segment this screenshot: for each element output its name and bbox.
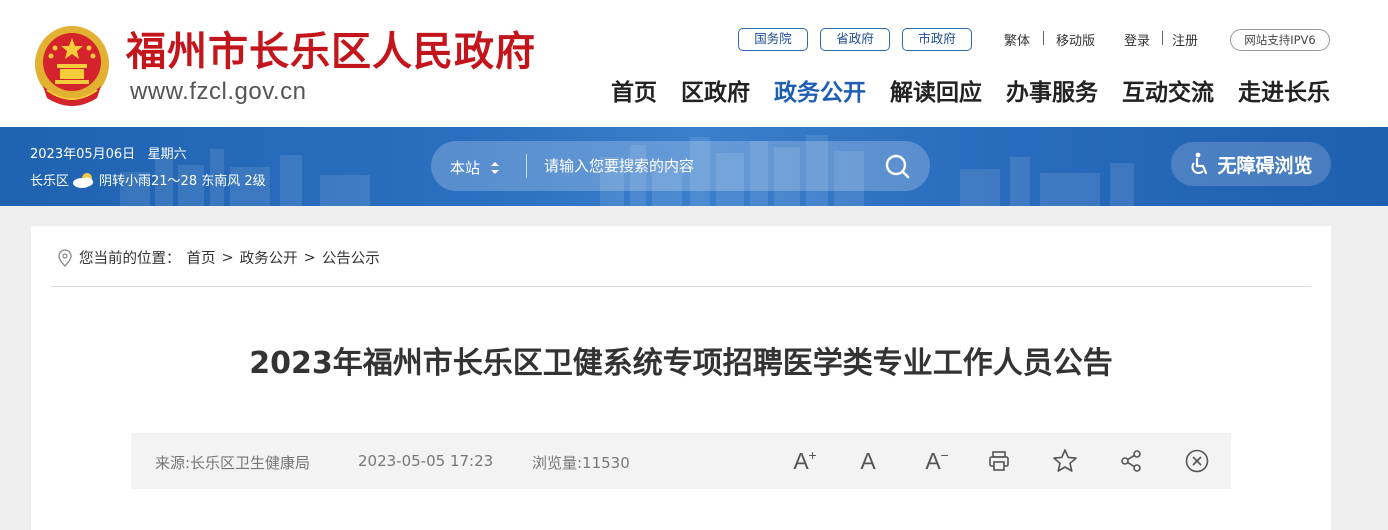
breadcrumb-government-affairs[interactable]: 政务公开 [240,247,298,268]
nav-interpretation[interactable]: 解读回应 [890,76,982,110]
accessibility-button[interactable]: 无障碍浏览 [1171,142,1331,186]
register-link[interactable]: 注册 [1172,30,1198,49]
breadcrumb-announcements[interactable]: 公告公示 [322,247,380,268]
font-normal-icon: A [860,448,876,474]
breadcrumb: 您当前的位置： 首页 > 政务公开 > 公告公示 [57,247,380,268]
font-decrease-letter: A [925,448,941,474]
site-url[interactable]: www.fzcl.gov.cn [130,78,306,106]
search-icon [885,154,910,179]
ipv6-badge: 网站支持IPV6 [1230,29,1330,51]
breadcrumb-prefix: 您当前的位置： [79,251,181,267]
article-datetime: 2023-05-05 17:23 [358,452,494,470]
date-value: 2023年05月06日 [30,147,136,162]
font-decrease-button[interactable]: A − [918,446,948,476]
share-icon [1121,450,1141,472]
search-button[interactable] [880,150,914,182]
gov-link-city[interactable]: 市政府 [902,28,972,51]
breadcrumb-separator: > [303,249,316,266]
star-icon [1053,449,1077,472]
gov-links: 国务院 省政府 市政府 [738,28,972,51]
nav-interaction[interactable]: 互动交流 [1122,76,1214,110]
breadcrumb-separator: > [221,249,234,266]
accessibility-label: 无障碍浏览 [1217,154,1313,177]
util-divider [1043,31,1044,45]
breadcrumb-home[interactable]: 首页 [187,247,216,268]
traditional-chinese-link[interactable]: 繁体 [1004,30,1030,49]
print-button[interactable] [984,446,1014,476]
search-input[interactable] [544,150,864,182]
font-increase-letter: A [793,448,809,474]
nav-home[interactable]: 首页 [611,76,657,110]
location-pin-icon [58,248,72,267]
favorite-button[interactable] [1050,446,1080,476]
nav-about-changle[interactable]: 走进长乐 [1238,76,1330,110]
gov-link-state-council[interactable]: 国务院 [738,28,808,51]
font-increase-button[interactable]: A + [786,446,816,476]
wheelchair-icon [1191,152,1208,175]
nav-government-affairs[interactable]: 政务公开 [774,76,866,110]
close-button[interactable] [1182,446,1212,476]
nav-services[interactable]: 办事服务 [1006,76,1098,110]
weather-area: 长乐区 [30,174,70,189]
main-nav: 首页 区政府 政务公开 解读回应 办事服务 互动交流 走进长乐 [611,76,1330,110]
printer-icon [989,451,1009,471]
sort-arrows-icon [491,161,500,174]
national-emblem-icon [35,26,109,106]
weekday-value: 星期六 [147,147,187,162]
article-views: 浏览量:11530 [532,454,630,472]
nav-district-government[interactable]: 区政府 [681,76,750,110]
font-decrease-icon: A − [925,446,948,476]
font-normal-button[interactable]: A [853,446,883,476]
close-circle-icon [1185,449,1209,473]
font-increase-mark: + [808,447,817,463]
breadcrumb-divider [51,286,1311,287]
current-date: 2023年05月06日 星期六 [30,143,187,162]
login-link[interactable]: 登录 [1124,30,1150,49]
search-divider [526,154,527,178]
article-title: 2023年福州市长乐区卫健系统专项招聘医学类专业工作人员公告 [249,346,1113,381]
weather-forecast: 阴转小雨21～28 东南风 2级 [99,174,266,189]
font-decrease-mark: − [940,447,949,463]
mobile-version-link[interactable]: 移动版 [1056,30,1095,49]
site-header: 福州市长乐区人民政府 www.fzcl.gov.cn 国务院 省政府 市政府 繁… [0,0,1388,127]
weather-info: 长乐区 阴转小雨21～28 东南风 2级 [30,170,266,189]
site-name[interactable]: 福州市长乐区人民政府 [126,26,536,78]
util-divider [1162,31,1163,45]
search-scope-label: 本站 [450,159,481,177]
font-increase-icon: A + [793,446,816,476]
share-button[interactable] [1116,446,1146,476]
cloud-sun-icon [73,172,94,188]
article-source: 来源:长乐区卫生健康局 [155,454,311,472]
search-scope-select[interactable]: 本站 [450,157,500,178]
gov-link-province[interactable]: 省政府 [820,28,890,51]
